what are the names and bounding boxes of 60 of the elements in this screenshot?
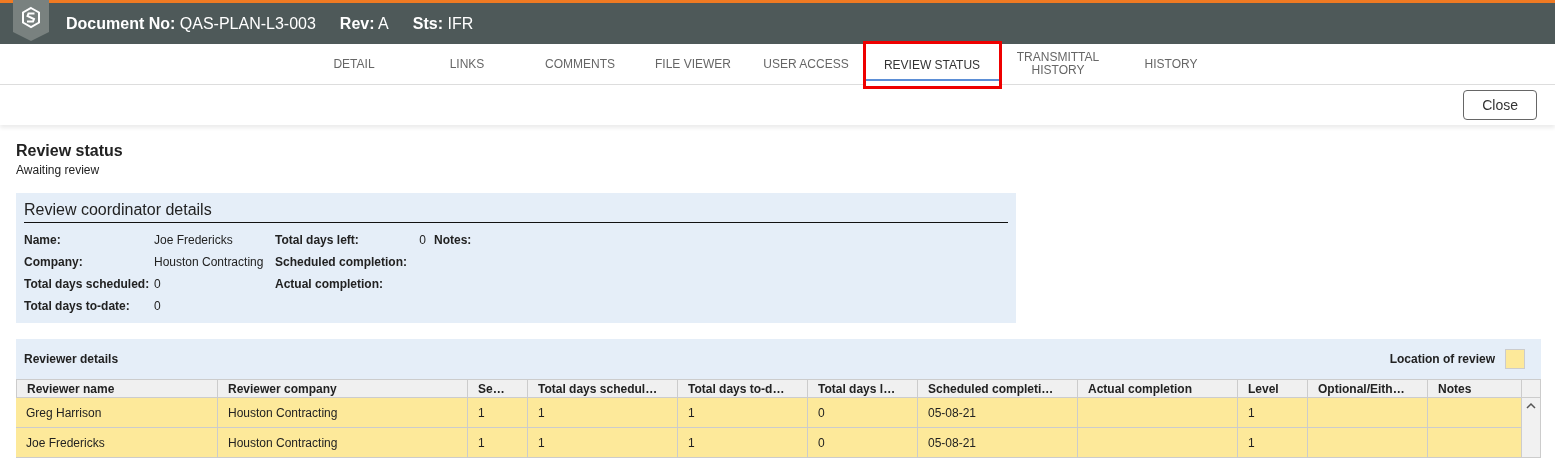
field-label: Total days left: — [275, 233, 360, 247]
document-info: Sts: IFR — [412, 14, 474, 33]
column-header[interactable]: Actual completion — [1078, 379, 1238, 398]
column-header[interactable]: Reviewer name — [16, 379, 218, 398]
column-header[interactable]: Notes — [1428, 379, 1522, 398]
legend-label: Location of review — [1389, 352, 1495, 366]
column-header[interactable]: Total days l… — [808, 379, 918, 398]
document-info: Document No: QAS-PLAN-L3-003 — [66, 14, 316, 33]
field-label: Scheduled completion: — [275, 255, 408, 269]
column-header[interactable]: Reviewer company — [218, 379, 468, 398]
table-cell: Greg Harrison — [16, 398, 218, 428]
scroll-up-icon[interactable] — [1526, 402, 1536, 410]
section-title: Reviewer details — [24, 352, 119, 366]
page-title: Review status — [16, 142, 124, 160]
field-value: Houston Contracting — [154, 255, 265, 269]
field-label: Total days to-date: — [24, 299, 131, 313]
table-cell: 1 — [678, 428, 808, 458]
tab[interactable]: USER ACCESS — [749, 44, 863, 84]
field-value: 0 — [154, 277, 162, 291]
tab[interactable]: FILE VIEWER — [636, 44, 750, 84]
table-cell: 0 — [808, 428, 918, 458]
table-cell: Houston Contracting — [218, 398, 468, 428]
table-cell: 05-08-21 — [918, 428, 1078, 458]
table-cell: 1 — [1238, 428, 1308, 458]
table-cell: 0 — [808, 398, 918, 428]
document-info: Rev: A — [339, 14, 389, 33]
column-header[interactable]: Level — [1238, 379, 1308, 398]
status-text: Awaiting review — [16, 163, 101, 177]
scrollbar[interactable] — [1522, 379, 1541, 458]
column-header[interactable]: Total days schedul… — [528, 379, 678, 398]
panel-title: Review coordinator details — [24, 201, 1008, 223]
table-cell: 1 — [678, 398, 808, 428]
field-value: 0 — [154, 299, 162, 313]
field-label: Name: — [24, 233, 62, 247]
table-cell: 1 — [468, 428, 528, 458]
column-header[interactable]: Total days to-d… — [678, 379, 808, 398]
field-label: Company: — [24, 255, 84, 269]
close-button[interactable]: Close — [1463, 90, 1537, 120]
table-cell: 05-08-21 — [918, 398, 1078, 428]
table-cell: 1 — [468, 398, 528, 428]
field-label: Actual completion: — [275, 277, 384, 291]
column-header[interactable]: Se… — [468, 379, 528, 398]
tab[interactable]: COMMENTS — [523, 44, 637, 84]
tab[interactable]: LINKS — [410, 44, 524, 84]
tab[interactable]: TRANSMITTAL HISTORY — [1001, 44, 1115, 84]
field-value: 0 — [418, 233, 426, 247]
table-cell: 1 — [528, 428, 678, 458]
tab[interactable]: HISTORY — [1114, 44, 1228, 84]
column-header[interactable]: Scheduled completi… — [918, 379, 1078, 398]
column-header[interactable]: Optional/Eith… — [1308, 379, 1428, 398]
field-label: Total days scheduled: — [24, 277, 151, 291]
table-cell: 1 — [528, 398, 678, 428]
table-cell: Houston Contracting — [218, 428, 468, 458]
table-cell: Joe Fredericks — [16, 428, 218, 458]
table-cell: 1 — [1238, 398, 1308, 428]
logo-icon — [10, 0, 52, 41]
tab[interactable]: REVIEW STATUS — [862, 41, 1002, 89]
tab[interactable]: DETAIL — [297, 44, 411, 84]
field-label: Notes: — [433, 233, 473, 247]
field-value: Joe Fredericks — [154, 233, 234, 247]
